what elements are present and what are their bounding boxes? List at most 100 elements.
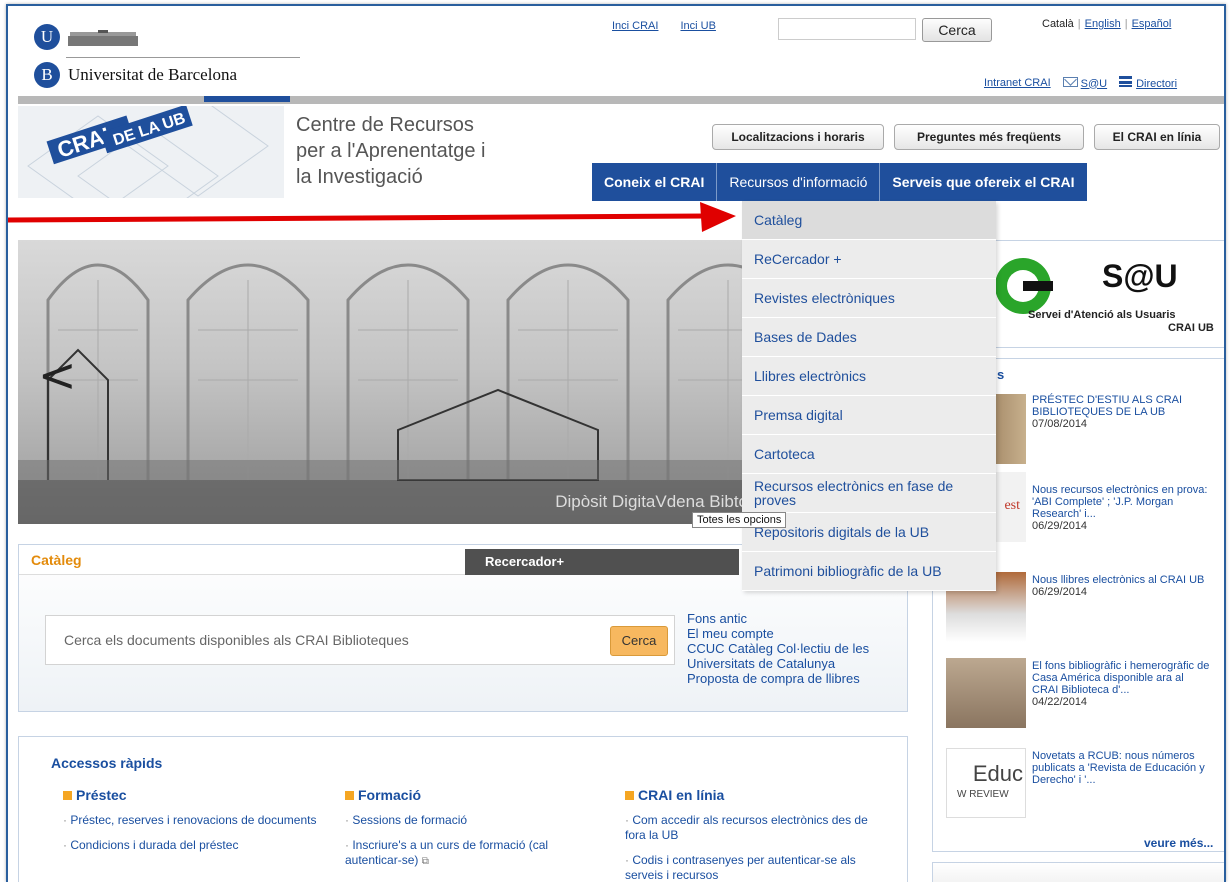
news-thumb[interactable] — [946, 658, 1026, 728]
dropdown-item-premsa[interactable]: Premsa digital — [742, 396, 996, 435]
building-icon — [68, 30, 138, 46]
bottom-banner[interactable] — [932, 862, 1224, 882]
news-thumb-text: Educ — [972, 761, 1023, 786]
quick-access-title: Accessos ràpids — [51, 755, 163, 771]
quick-link[interactable]: Codis i contrasenyes per autenticar-se a… — [625, 853, 885, 882]
lang-catala: Català — [1042, 18, 1074, 30]
localitzacions-button[interactable]: Localitzacions i horaris — [712, 124, 884, 150]
news-item-text: PRÉSTEC D'ESTIU ALS CRAI BIBLIOTEQUES DE… — [1032, 394, 1183, 418]
quick-col-formacio: Formació Sessions de formació Inscriure'… — [345, 787, 605, 869]
link-inici-ub[interactable]: Inci UB — [680, 20, 715, 32]
lang-english[interactable]: English — [1085, 18, 1121, 30]
quick-head-crai-linia[interactable]: CRAI en línia — [625, 787, 885, 803]
quick-col-crai-linia: CRAI en línia Com accedir als recursos e… — [625, 787, 885, 882]
tab-cataleg[interactable]: Catàleg — [19, 545, 465, 575]
catalog-search-button[interactable]: Cerca — [610, 626, 668, 656]
external-link-icon: ⧉ — [421, 856, 429, 867]
main-nav: Coneix el CRAI Recursos d'informació Ser… — [592, 163, 1087, 201]
dropdown-item-patrimoni[interactable]: Patrimoni bibliogràfic de la UB — [742, 552, 996, 591]
link-meu-compte[interactable]: El meu compte — [687, 626, 869, 641]
dropdown-item-revistes[interactable]: Revistes electròniques — [742, 279, 996, 318]
news-item-text: El fons bibliogràfic i hemerogràfic de C… — [1032, 660, 1210, 696]
slider-prev-icon[interactable]: < — [38, 352, 77, 398]
link-directori-label: Directori — [1136, 78, 1178, 90]
tab-recercador[interactable]: Recercador+ — [465, 549, 739, 575]
link-fons-antic[interactable]: Fons antic — [687, 611, 869, 626]
logo-divider — [66, 57, 300, 58]
news-more-link[interactable]: veure més... — [1144, 836, 1213, 850]
browser-page: U B Universitat de Barcelona Inci CRAI I… — [6, 4, 1226, 882]
news-item-date: 04/22/2014 — [1032, 696, 1088, 708]
news-header: s — [997, 367, 1005, 382]
lang-separator: | — [1124, 18, 1128, 30]
news-item[interactable]: PRÉSTEC D'ESTIU ALS CRAI BIBLIOTEQUES DE… — [1032, 394, 1212, 430]
sau-subtitle: Servei d'Atenció als Usuaris — [1028, 309, 1176, 321]
news-item[interactable]: El fons bibliogràfic i hemerogràfic de C… — [1032, 660, 1212, 708]
link-sau[interactable]: S@U — [1062, 76, 1108, 90]
directory-icon — [1119, 76, 1133, 87]
link-inici-crai[interactable]: Inci CRAI — [612, 20, 658, 32]
news-item-text: Nous llibres electrònics al CRAI UB — [1032, 574, 1205, 586]
link-ccuc-2[interactable]: Universitats de Catalunya — [687, 656, 869, 671]
sau-subtitle-2: CRAI UB — [1168, 322, 1214, 334]
quick-link[interactable]: Inscriure's a un curs de formació (cal a… — [345, 838, 605, 869]
header-accent — [204, 96, 290, 102]
quick-link[interactable]: Préstec, reserves i renovacions de docum… — [63, 813, 323, 828]
news-item[interactable]: Nous recursos electrònics en prova: 'ABI… — [1032, 484, 1212, 532]
sau-title: S@U — [1102, 258, 1178, 294]
link-ccuc[interactable]: CCUC Catàleg Col·lectiu de les — [687, 641, 869, 656]
catalog-search-placeholder: Cerca els documents disponibles als CRAI… — [64, 632, 409, 648]
crai-title-line: per a l'Aprenentatge i — [296, 140, 486, 162]
nav-coneix-crai[interactable]: Coneix el CRAI — [592, 163, 718, 201]
dropdown-item-llibres[interactable]: Llibres electrònics — [742, 357, 996, 396]
news-thumb-text: W REVIEW — [957, 789, 1009, 800]
quick-head-formacio[interactable]: Formació — [345, 787, 605, 803]
header-divider — [18, 96, 1224, 104]
news-item-text: Novetats a RCUB: nous números publicats … — [1032, 750, 1205, 786]
dropdown-item-recercador[interactable]: ReCercador + — [742, 240, 996, 279]
crai-title-line: la Investigació — [296, 166, 423, 188]
site-search-button[interactable]: Cerca — [922, 18, 992, 42]
svg-text:DE LA UB: DE LA UB — [111, 110, 188, 149]
dropdown-item-recursos-proves[interactable]: Recursos electrònics en fase de proves — [742, 474, 996, 513]
red-arrow-annotation — [8, 202, 736, 232]
link-proposta-compra[interactable]: Proposta de compra de llibres — [687, 671, 869, 686]
crai-en-linia-button[interactable]: El CRAI en línia — [1094, 124, 1220, 150]
quick-link-label: Inscriure's a un curs de formació (cal a… — [345, 838, 549, 867]
news-item-date: 07/08/2014 — [1032, 418, 1088, 430]
quick-col-prestec: Préstec Préstec, reserves i renovacions … — [63, 787, 323, 853]
news-item[interactable]: Nous llibres electrònics al CRAI UB 06/2… — [1032, 574, 1212, 598]
ub-logo-b: B — [34, 62, 60, 88]
lang-espanol[interactable]: Español — [1132, 18, 1172, 30]
quick-link[interactable]: Condicions i durada del préstec — [63, 838, 323, 853]
site-search-input[interactable] — [778, 18, 916, 40]
link-sau-label: S@U — [1080, 77, 1108, 90]
news-item-date: 06/29/2014 — [1032, 586, 1088, 598]
link-intranet[interactable]: Intranet CRAI — [984, 77, 1051, 89]
news-item-date: 06/29/2014 — [1032, 520, 1088, 532]
catalog-links: Fons antic El meu compte CCUC Catàleg Co… — [687, 611, 869, 686]
utility-links: Intranet CRAI S@U Directori — [984, 76, 1177, 90]
crai-logo[interactable]: CRAI DE LA UB — [18, 106, 284, 198]
tooltip: Totes les opcions — [692, 512, 787, 528]
recursos-dropdown: Catàleg ReCercador + Revistes electròniq… — [742, 201, 996, 591]
quick-head-prestec[interactable]: Préstec — [63, 787, 323, 803]
news-item-text: Nous recursos electrònics en prova: 'ABI… — [1032, 484, 1208, 520]
news-thumb[interactable]: Educ W REVIEW — [946, 748, 1026, 818]
link-directori[interactable]: Directori — [1119, 76, 1177, 90]
nav-serveis[interactable]: Serveis que ofereix el CRAI — [880, 163, 1086, 201]
university-name: Universitat de Barcelona — [68, 65, 237, 84]
quick-access: Accessos ràpids Préstec Préstec, reserve… — [18, 736, 908, 882]
lang-separator: | — [1077, 18, 1081, 30]
quick-link[interactable]: Sessions de formació — [345, 813, 605, 828]
dropdown-item-cartoteca[interactable]: Cartoteca — [742, 435, 996, 474]
crai-logo-graphic: CRAI DE LA UB — [27, 106, 269, 198]
catalog-search-input[interactable]: Cerca els documents disponibles als CRAI… — [45, 615, 675, 665]
preguntes-button[interactable]: Preguntes més freqüents — [894, 124, 1084, 150]
dropdown-item-bases-dades[interactable]: Bases de Dades — [742, 318, 996, 357]
envelope-icon — [1062, 76, 1078, 87]
nav-recursos-informacio[interactable]: Recursos d'informació — [717, 163, 881, 201]
quick-link[interactable]: Com accedir als recursos electrònics des… — [625, 813, 885, 843]
dropdown-item-cataleg[interactable]: Catàleg — [742, 201, 996, 240]
news-item[interactable]: Novetats a RCUB: nous números publicats … — [1032, 750, 1212, 786]
